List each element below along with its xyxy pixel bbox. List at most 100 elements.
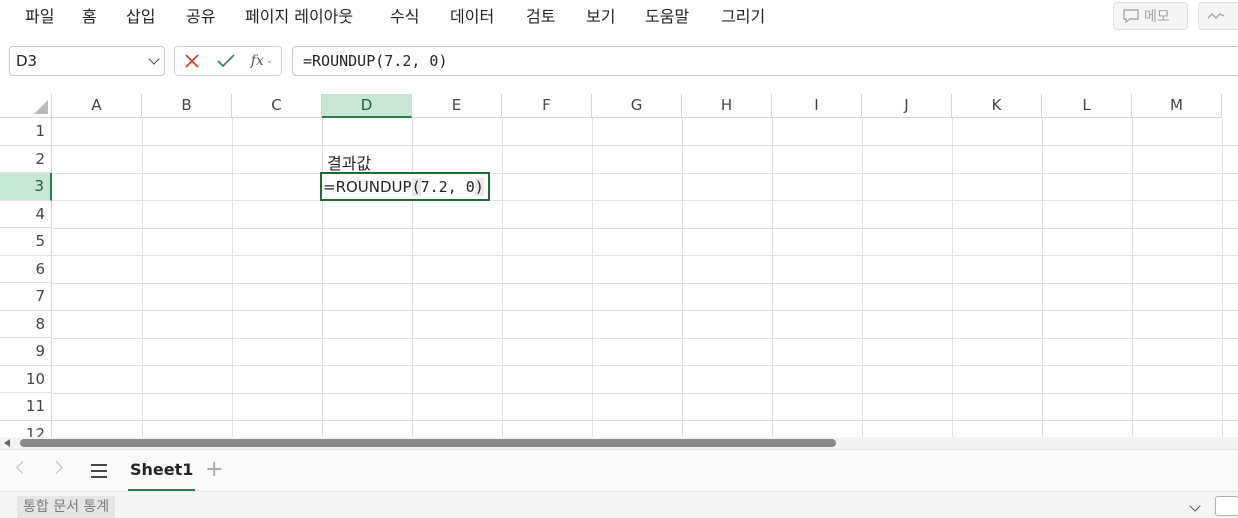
- memo-button[interactable]: 메모: [1113, 2, 1188, 30]
- gridline: [52, 145, 1238, 146]
- row-header-11[interactable]: 11: [0, 393, 52, 421]
- horizontal-scrollbar[interactable]: [0, 437, 1238, 449]
- row-header-2[interactable]: 2: [0, 145, 52, 173]
- gridline: [52, 200, 1238, 201]
- row-header-10[interactable]: 10: [0, 365, 52, 393]
- gridline: [862, 118, 863, 437]
- gridline: [52, 227, 1238, 229]
- gridline: [232, 118, 233, 437]
- column-header-i[interactable]: I: [772, 94, 862, 118]
- cell-d3-open-paren: (: [411, 177, 421, 196]
- column-header-l[interactable]: L: [1042, 94, 1132, 118]
- menu-draw[interactable]: 그리기: [721, 0, 765, 36]
- gridline: [52, 337, 1238, 339]
- gridline: [142, 118, 143, 437]
- column-header-j[interactable]: J: [862, 94, 952, 118]
- row-header-9[interactable]: 9: [0, 338, 52, 366]
- column-header-g[interactable]: G: [592, 94, 682, 118]
- column-header-f[interactable]: F: [502, 94, 592, 118]
- formula-actions: fx ⌄: [174, 46, 282, 76]
- menu-review[interactable]: 검토: [526, 0, 555, 36]
- row-header-6[interactable]: 6: [0, 255, 52, 283]
- insert-function-button[interactable]: fx ⌄: [243, 47, 281, 75]
- menu-insert[interactable]: 삽입: [126, 0, 155, 36]
- row-header-1[interactable]: 1: [0, 118, 52, 146]
- cell-d3-args: 7.2, 0: [420, 177, 475, 196]
- cell-d3-function: =ROUNDUP: [323, 177, 412, 196]
- close-icon: [185, 54, 199, 68]
- cancel-button[interactable]: [175, 47, 209, 75]
- check-icon: [217, 54, 235, 68]
- column-header-b[interactable]: B: [142, 94, 232, 118]
- keyboard-icon[interactable]: [1215, 496, 1238, 516]
- menu-view[interactable]: 보기: [586, 0, 615, 36]
- cell-d2[interactable]: 결과값: [327, 150, 371, 174]
- gridline: [52, 255, 1238, 256]
- formula-input[interactable]: =ROUNDUP(7.2, 0): [292, 46, 1238, 76]
- gridline: [1132, 118, 1133, 437]
- sheet-tab-bar: Sheet1 +: [0, 449, 1238, 492]
- add-sheet-icon[interactable]: +: [205, 458, 223, 482]
- active-cell-d3[interactable]: =ROUNDUP(7.2, 0): [320, 172, 490, 201]
- workbook-statistics-button[interactable]: 통합 문서 통계: [17, 496, 116, 518]
- chevron-down-icon: ⌄: [265, 56, 274, 66]
- gridline: [1042, 118, 1043, 437]
- select-all-button[interactable]: [0, 94, 52, 118]
- name-box[interactable]: D3: [9, 46, 165, 76]
- ribbon-menu: 파일 홈 삽입 공유 페이지 레이아웃 수식 데이터 검토 보기 도움말 그리기…: [0, 0, 1238, 36]
- gridline: [52, 282, 1238, 284]
- column-header-d[interactable]: D: [322, 94, 412, 118]
- gridline: [502, 118, 503, 437]
- confirm-button[interactable]: [209, 47, 243, 75]
- menu-home[interactable]: 홈: [82, 0, 97, 36]
- gridline: [682, 118, 683, 437]
- gridline: [772, 118, 773, 437]
- column-header-e[interactable]: E: [412, 94, 502, 118]
- column-header-m[interactable]: M: [1132, 94, 1222, 118]
- gridline: [592, 118, 593, 437]
- gridline: [52, 172, 1238, 174]
- comment-icon: [1123, 9, 1139, 24]
- catchup-button[interactable]: [1198, 2, 1238, 30]
- spreadsheet-grid[interactable]: A B C D E F G H I J K L M 1 2 3 4 5 6 7 …: [0, 94, 1238, 437]
- column-header-k[interactable]: K: [952, 94, 1042, 118]
- gridline: [322, 118, 323, 437]
- activity-icon: [1207, 13, 1225, 19]
- function-icon: fx: [250, 53, 264, 69]
- formula-bar: D3 fx ⌄ =ROUNDUP(7.2, 0): [0, 44, 1238, 78]
- row-header-12[interactable]: 12: [0, 420, 52, 437]
- row-header-3[interactable]: 3: [0, 173, 52, 201]
- chevron-down-icon: [148, 53, 160, 65]
- menu-share[interactable]: 공유: [186, 0, 215, 36]
- menu-data[interactable]: 데이터: [450, 0, 494, 36]
- gridline: [52, 392, 1238, 394]
- chevron-down-icon[interactable]: [1189, 500, 1201, 512]
- column-header-h[interactable]: H: [682, 94, 772, 118]
- gridline: [52, 365, 1238, 366]
- gridline: [412, 118, 413, 437]
- row-header-8[interactable]: 8: [0, 310, 52, 338]
- gridline: [52, 310, 1238, 311]
- menu-help[interactable]: 도움말: [645, 0, 689, 36]
- scrollbar-thumb[interactable]: [20, 439, 836, 447]
- sheet-list-icon[interactable]: [91, 464, 107, 482]
- chevron-left-icon[interactable]: [16, 461, 29, 474]
- status-bar: 통합 문서 통계: [0, 491, 1238, 518]
- row-header-5[interactable]: 5: [0, 228, 52, 256]
- chevron-right-icon[interactable]: [50, 461, 63, 474]
- column-header-c[interactable]: C: [232, 94, 322, 118]
- memo-label: 메모: [1144, 9, 1170, 25]
- cell-d3-close-paren: ): [474, 177, 484, 196]
- menu-file[interactable]: 파일: [25, 0, 54, 36]
- gridline: [952, 118, 953, 437]
- gridline: [1222, 118, 1223, 437]
- row-header-4[interactable]: 4: [0, 200, 52, 228]
- menu-formulas[interactable]: 수식: [390, 0, 419, 36]
- menu-page-layout[interactable]: 페이지 레이아웃: [245, 0, 353, 36]
- column-header-a[interactable]: A: [52, 94, 142, 118]
- name-box-value: D3: [16, 52, 38, 70]
- scroll-left-icon[interactable]: [4, 439, 10, 447]
- sheet-tab-sheet1[interactable]: Sheet1: [128, 450, 196, 492]
- row-header-7[interactable]: 7: [0, 283, 52, 311]
- select-all-icon: [34, 100, 48, 114]
